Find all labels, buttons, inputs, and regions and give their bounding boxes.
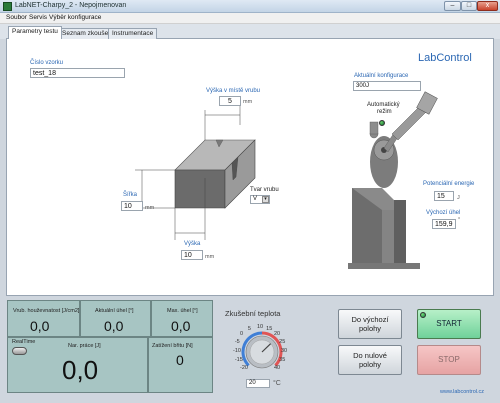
brand-title: LabControl bbox=[418, 52, 472, 64]
work-label: Nar. práce [J] bbox=[68, 343, 101, 349]
go-zero-position-button[interactable]: Do nulové polohy bbox=[338, 345, 402, 375]
start-angle-input[interactable]: 159,9 bbox=[432, 219, 456, 229]
start-angle-unit: ° bbox=[458, 217, 461, 223]
go-home-position-line1: Do výchozí bbox=[351, 315, 389, 324]
app-icon bbox=[3, 2, 12, 11]
temperature-title: Zkušební teplota bbox=[225, 309, 281, 318]
chevron-down-icon[interactable]: ▾ bbox=[262, 196, 269, 203]
temperature-unit: °C bbox=[273, 380, 281, 387]
width-unit: mm bbox=[145, 205, 155, 211]
width-label: Šířka bbox=[123, 192, 138, 198]
temperature-tick-label: 40 bbox=[273, 364, 281, 371]
temperature-tick-label: 30 bbox=[281, 348, 288, 354]
temperature-tick-label: 35 bbox=[279, 357, 286, 364]
height-label: Výška bbox=[184, 241, 201, 247]
toughness-value: 0,0 bbox=[30, 318, 50, 334]
start-button[interactable]: START bbox=[417, 309, 481, 339]
potential-energy-unit: J bbox=[457, 195, 460, 201]
go-home-position-line2: polohy bbox=[358, 324, 382, 333]
temperature-tick-label: 10 bbox=[257, 324, 264, 330]
load-label: Zatížení břitu [N] bbox=[152, 343, 193, 349]
start-angle-label: Výchozí úhel bbox=[426, 210, 461, 216]
notch-shape-label: Tvar vrubu bbox=[250, 187, 279, 193]
temperature-tick-label: -5 bbox=[234, 338, 240, 345]
load-value: 0 bbox=[176, 352, 184, 368]
window-title: LabNET-Charpy_2 - Nepojmenovan bbox=[15, 2, 127, 9]
current-angle-label: Aktuální úhel [°] bbox=[95, 308, 134, 314]
sample-number-label: Číslo vzorku bbox=[30, 60, 64, 66]
close-button[interactable]: x bbox=[477, 1, 498, 11]
temperature-tick-label: 15 bbox=[266, 325, 273, 332]
menu-item-vyber-konfigurace[interactable]: Výběr konfigurace bbox=[49, 14, 101, 21]
potential-energy-input[interactable]: 15 bbox=[434, 191, 454, 201]
temperature-tick-label: 5 bbox=[247, 325, 251, 332]
tab-instrumentace[interactable]: Instrumentace bbox=[108, 28, 158, 39]
width-input[interactable]: 10 bbox=[121, 201, 143, 211]
temperature-tick-label: 0 bbox=[240, 331, 244, 338]
menu-item-soubor[interactable]: Soubor bbox=[6, 14, 27, 21]
current-angle-value: 0,0 bbox=[104, 318, 124, 334]
realtime-toggle[interactable] bbox=[12, 347, 27, 355]
temperature-tick-label: -15 bbox=[234, 357, 243, 364]
start-led bbox=[420, 312, 426, 318]
temperature-input[interactable]: 20 bbox=[246, 379, 270, 388]
height-input[interactable]: 10 bbox=[181, 250, 203, 260]
tab-seznam-zkousek[interactable]: Seznam zkoušek bbox=[58, 28, 116, 39]
temperature-tick-label: 25 bbox=[279, 338, 286, 345]
go-home-position-button[interactable]: Do výchozí polohy bbox=[338, 309, 402, 339]
menu-item-servis[interactable]: Servis bbox=[29, 14, 47, 21]
specimen-drawing bbox=[135, 105, 256, 240]
tab-parametry-testu[interactable]: Parametry testu bbox=[8, 26, 62, 39]
temperature-tick-label: 20 bbox=[273, 331, 281, 338]
sample-number-input[interactable]: test_18 bbox=[30, 68, 125, 78]
minimize-button[interactable]: – bbox=[444, 1, 461, 11]
height-unit: mm bbox=[205, 254, 215, 260]
potential-energy-label: Potenciální energie bbox=[423, 181, 475, 187]
max-angle-label: Max. úhel [°] bbox=[167, 308, 198, 314]
realtime-label: RealTime bbox=[12, 339, 36, 345]
configuration-label: Aktuální konfigurace bbox=[354, 73, 409, 79]
notch-height-label: Výška v místě vrubu bbox=[206, 88, 261, 94]
temperature-tick-label: -20 bbox=[240, 364, 248, 371]
notch-height-unit: mm bbox=[243, 99, 253, 105]
toughness-label: Vrub. houževnatost [J/cm2] bbox=[13, 308, 80, 314]
notch-height-input[interactable]: 5 bbox=[219, 96, 241, 106]
work-value: 0,0 bbox=[62, 355, 99, 385]
maximize-button[interactable]: □ bbox=[461, 1, 477, 11]
go-zero-position-line1: Do nulové bbox=[353, 351, 387, 360]
temperature-tick-label: -10 bbox=[233, 348, 241, 354]
go-zero-position-line2: polohy bbox=[358, 360, 382, 369]
website-link[interactable]: www.labcontrol.cz bbox=[440, 389, 484, 395]
max-angle-value: 0,0 bbox=[171, 318, 191, 334]
stop-button[interactable]: STOP bbox=[417, 345, 481, 375]
